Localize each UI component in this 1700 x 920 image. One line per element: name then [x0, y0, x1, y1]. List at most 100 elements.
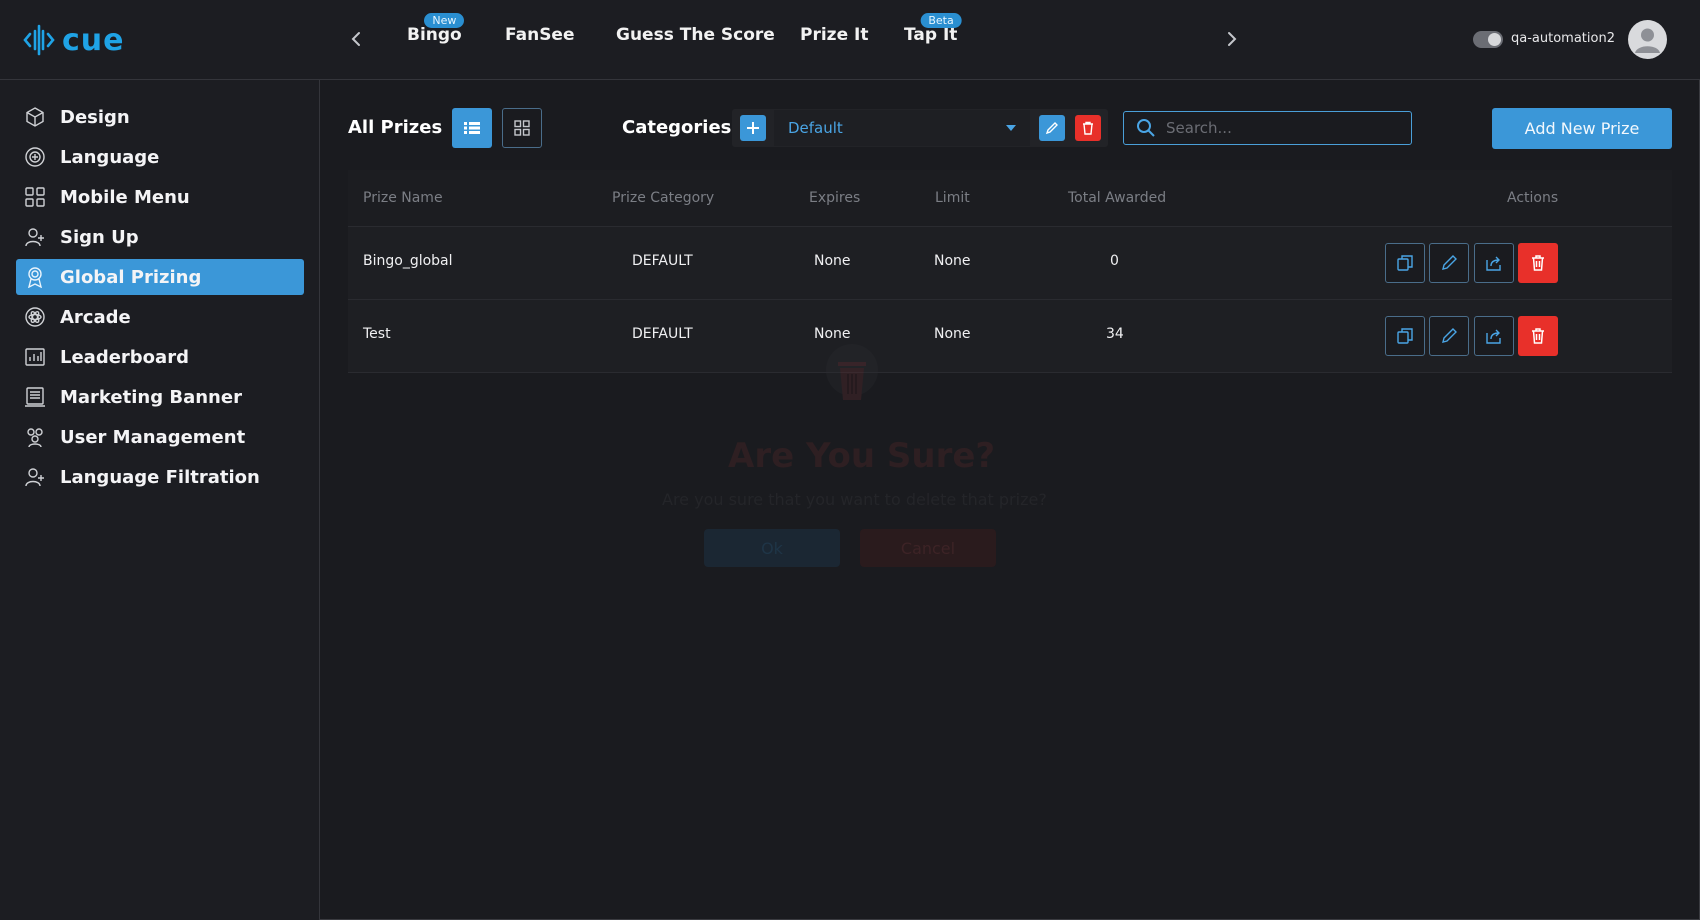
sidebar-item-global-prizing[interactable]: Global Prizing [16, 259, 304, 295]
theme-toggle[interactable] [1473, 31, 1503, 48]
sidebar-item-label: Design [60, 106, 130, 128]
edit-category-button[interactable] [1039, 115, 1065, 141]
new-badge: New [424, 13, 465, 28]
avatar[interactable] [1628, 20, 1667, 59]
delete-category-button[interactable] [1075, 115, 1101, 141]
trash-icon [1083, 121, 1093, 135]
language-icon [23, 145, 47, 169]
sidebar-item-language[interactable]: Language [16, 139, 304, 175]
banner-icon [23, 385, 47, 409]
plus-icon [747, 122, 759, 134]
beta-badge: Beta [920, 13, 962, 28]
header-prize-name: Prize Name [363, 190, 443, 206]
dialog-ok-button[interactable]: Ok [704, 529, 840, 567]
user-plus-icon [23, 225, 47, 249]
table-row[interactable]: Bingo_global DEFAULT None None 0 [348, 227, 1672, 300]
sidebar-item-design[interactable]: Design [16, 99, 304, 135]
header-total-awarded: Total Awarded [1068, 190, 1167, 206]
atom-icon [23, 305, 47, 329]
header-expires: Expires [809, 190, 861, 206]
top-bar: cue Bingo New FanSee Guess The Score Pri… [0, 0, 1700, 80]
grid-icon [514, 120, 530, 136]
sidebar-item-leaderboard[interactable]: Leaderboard [16, 339, 304, 375]
copy-icon [1397, 255, 1413, 271]
award-icon [23, 265, 47, 289]
sidebar-item-label: Language Filtration [60, 466, 260, 488]
sidebar-item-label: Language [60, 146, 160, 168]
sidebar-item-arcade[interactable]: Arcade [16, 299, 304, 335]
tab-label: Bingo [407, 25, 462, 45]
all-prizes-heading: All Prizes [348, 117, 443, 138]
tab-label: Guess The Score [616, 25, 775, 45]
sidebar-item-label: Mobile Menu [60, 186, 190, 208]
tab-guess-the-score[interactable]: Guess The Score [616, 25, 775, 45]
prize-category: DEFAULT [632, 253, 693, 269]
sidebar-item-sign-up[interactable]: Sign Up [16, 219, 304, 255]
username: qa-automation2 [1511, 31, 1615, 46]
duplicate-button[interactable] [1385, 316, 1425, 356]
tab-label: FanSee [505, 25, 575, 45]
header-limit: Limit [935, 190, 970, 206]
trash-bin-illustration-icon [826, 344, 878, 400]
nav-prev-button[interactable] [344, 26, 368, 52]
tab-prize-it[interactable]: Prize It [800, 25, 868, 45]
prize-total-awarded: 0 [1110, 253, 1119, 269]
search-box[interactable] [1123, 111, 1412, 145]
share-button[interactable] [1474, 243, 1514, 283]
sidebar-item-label: Arcade [60, 306, 131, 328]
prizes-table: Prize Name Prize Category Expires Limit … [348, 170, 1672, 373]
prize-expires: None [814, 253, 851, 269]
category-select[interactable]: Default [774, 110, 1030, 146]
user-plus-icon [23, 465, 47, 489]
dialog-cancel-button[interactable]: Cancel [860, 529, 996, 567]
list-view-button[interactable] [452, 108, 492, 148]
nav-next-button[interactable] [1220, 26, 1244, 52]
add-new-prize-button[interactable]: Add New Prize [1492, 108, 1672, 149]
share-icon [1486, 256, 1501, 271]
sidebar-item-label: Global Prizing [60, 266, 202, 288]
logo[interactable]: cue [22, 18, 125, 62]
edit-button[interactable] [1429, 316, 1469, 356]
sidebar: Design Language Mobile Menu Sign Up Glob… [0, 80, 320, 920]
duplicate-button[interactable] [1385, 243, 1425, 283]
chevron-left-icon [351, 32, 360, 46]
users-icon [23, 425, 47, 449]
prize-name: Test [363, 326, 391, 342]
caret-down-icon [1006, 125, 1016, 131]
prize-limit: None [934, 326, 971, 342]
sidebar-item-mobile-menu[interactable]: Mobile Menu [16, 179, 304, 215]
delete-button[interactable] [1518, 243, 1558, 283]
sidebar-item-label: Sign Up [60, 226, 139, 248]
delete-button[interactable] [1518, 316, 1558, 356]
sidebar-item-label: Leaderboard [60, 346, 189, 368]
prize-category: DEFAULT [632, 326, 693, 342]
sidebar-item-language-filtration[interactable]: Language Filtration [16, 459, 304, 495]
dialog-title: Are You Sure? [728, 436, 996, 476]
tab-tap-it[interactable]: Tap It Beta [904, 13, 962, 45]
table-header: Prize Name Prize Category Expires Limit … [348, 170, 1672, 227]
trash-icon [1532, 255, 1544, 271]
toggle-knob [1488, 33, 1501, 46]
copy-icon [1397, 328, 1413, 344]
prize-name: Bingo_global [363, 253, 453, 269]
table-row[interactable]: Test DEFAULT None None 34 [348, 300, 1672, 373]
category-selected-value: Default [788, 119, 843, 137]
sidebar-item-user-management[interactable]: User Management [16, 419, 304, 455]
edit-button[interactable] [1429, 243, 1469, 283]
search-input[interactable] [1164, 118, 1398, 138]
tab-bingo[interactable]: Bingo New [407, 13, 465, 45]
add-category-button[interactable] [740, 115, 766, 141]
grid-view-button[interactable] [502, 108, 542, 148]
tab-fansee[interactable]: FanSee [505, 25, 575, 45]
chevron-right-icon [1228, 32, 1237, 46]
sidebar-item-marketing-banner[interactable]: Marketing Banner [16, 379, 304, 415]
sidebar-item-label: User Management [60, 426, 246, 448]
share-button[interactable] [1474, 316, 1514, 356]
prize-limit: None [934, 253, 971, 269]
logo-text: cue [62, 22, 125, 58]
header-prize-category: Prize Category [612, 190, 715, 206]
list-icon [464, 122, 480, 134]
cube-icon [23, 105, 47, 129]
leaderboard-icon [23, 345, 47, 369]
pencil-icon [1442, 255, 1457, 270]
